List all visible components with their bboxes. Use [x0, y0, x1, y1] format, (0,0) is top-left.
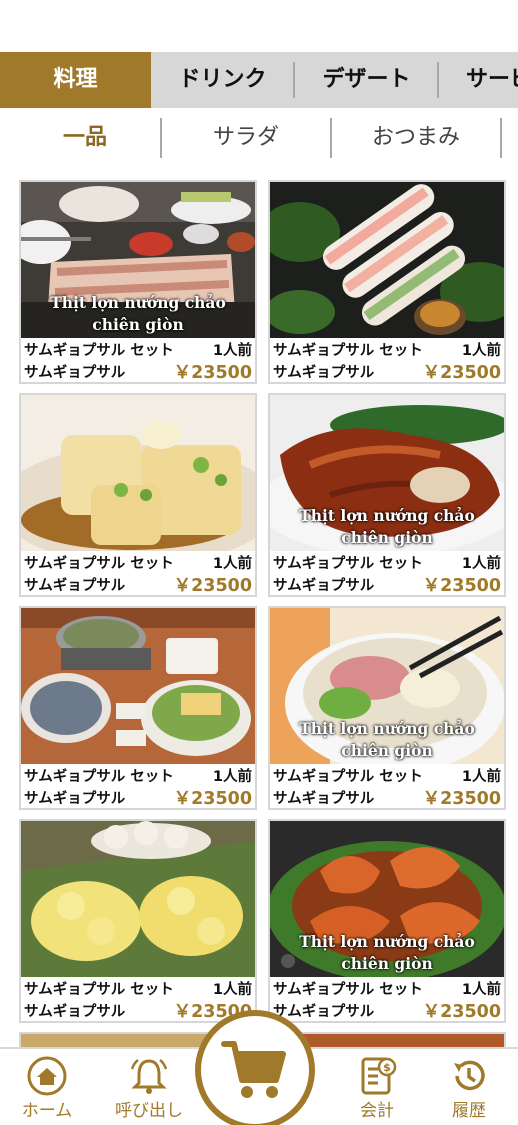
item-info: サムギョプサル セット 1人前 サムギョプサル ￥23500 [273, 766, 501, 809]
item-price: ￥23500 [173, 576, 252, 596]
item-info: サムギョプサル セット 1人前 サムギョプサル ￥23500 [24, 553, 252, 596]
tab-separator [437, 62, 439, 98]
item-info: サムギョプサル セット 1人前 サムギョプサル ￥23500 [24, 979, 252, 1021]
item-overlay-title: Thịt lợn nướng chảo chiên giòn [299, 932, 475, 973]
nav-home[interactable]: ホーム [2, 1055, 92, 1125]
item-portion: 1人前 [461, 556, 501, 572]
item-info: サムギョプサル セット 1人前 サムギョプサル ￥23500 [273, 979, 501, 1022]
item-portion: 1人前 [461, 982, 501, 998]
menu-grid: Thịt lợn nướng chảo chiên giòn サムギョプサル セ… [0, 180, 518, 1050]
item-name: サムギョプサル [24, 791, 126, 807]
item-info: サムギョプサル セット 1人前 サムギョプサル ￥23500 [24, 766, 252, 809]
menu-item-card[interactable]: Thịt lợn nướng chảo chiên giòn サムギョプサル セ… [268, 819, 506, 1023]
food-image-samgyeopsal: Thịt lợn nướng chảo chiên giòn [21, 182, 255, 338]
nav-history[interactable]: 履歴 [424, 1055, 514, 1125]
food-image-pho: Thịt lợn nướng chảo chiên giòn [270, 608, 504, 764]
nav-call-staff[interactable]: 呼び出し [104, 1055, 194, 1125]
food-image-spring-rolls [270, 182, 504, 338]
nav-call-label: 呼び出し [115, 1101, 183, 1121]
item-portion: 1人前 [212, 769, 252, 785]
item-info: サムギョプサル セット 1人前 サムギョプサル ￥23500 [273, 553, 501, 596]
item-price: ￥23500 [422, 576, 501, 596]
nav-checkout-label: 会計 [360, 1101, 394, 1121]
tab-service[interactable]: サービス [466, 52, 518, 108]
menu-item-card[interactable]: Thịt lợn nướng chảo chiên giòn サムギョプサル セ… [268, 393, 506, 597]
menu-item-card[interactable]: Thịt lợn nướng chảo chiên giòn サムギョプサル セ… [268, 606, 506, 810]
bell-icon [130, 1059, 168, 1094]
item-price: ￥23500 [173, 363, 252, 383]
category-tab-bar: 料理 ドリンク デザート サービス [0, 52, 518, 108]
food-image-roast-duck: Thịt lợn nướng chảo chiên giòn [270, 395, 504, 551]
item-set-label: サムギョプサル セット [24, 982, 174, 998]
tab-cuisine[interactable]: 料理 [0, 52, 151, 108]
subtab-salad[interactable]: サラダ [162, 112, 330, 164]
cart-button[interactable] [195, 1010, 315, 1125]
tab-desserts[interactable]: デザート [295, 52, 438, 108]
subtab-snacks[interactable]: おつまみ [332, 112, 500, 164]
food-image-agedashi-tofu [21, 395, 255, 551]
item-name: サムギョプサル [24, 1004, 126, 1020]
menu-item-card[interactable]: サムギョプサル セット 1人前 サムギョプサル ￥23500 [268, 180, 506, 384]
food-image-fried-shirako [21, 821, 255, 977]
item-price: ￥23500 [422, 789, 501, 809]
item-name: サムギョプサル [273, 365, 375, 381]
item-portion: 1人前 [212, 556, 252, 572]
food-image-tamarind-shrimp: Thịt lợn nướng chảo chiên giòn [270, 821, 504, 977]
item-name: サムギョプサル [24, 578, 126, 594]
item-info: サムギョプサル セット 1人前 サムギョプサル ￥23500 [24, 340, 252, 383]
item-overlay-title: Thịt lợn nướng chảo chiên giòn [299, 506, 475, 547]
item-set-label: サムギョプサル セット [24, 556, 174, 572]
item-set-label: サムギョプサル セット [273, 343, 423, 359]
cart-icon [221, 1041, 286, 1098]
subtab-separator [500, 118, 502, 158]
item-set-label: サムギョプサル セット [273, 769, 423, 785]
item-set-label: サムギョプサル セット [24, 769, 174, 785]
item-portion: 1人前 [212, 343, 252, 359]
item-name: サムギョプサル [273, 791, 375, 807]
menu-item-card[interactable]: Thịt lợn nướng chảo chiên giòn サムギョプサル セ… [19, 180, 257, 384]
subtab-single-dish[interactable]: 一品 [10, 112, 160, 164]
item-overlay-title: Thịt lợn nướng chảo chiên giòn [50, 293, 226, 334]
home-icon [27, 1056, 67, 1096]
nav-home-label: ホーム [21, 1101, 73, 1121]
receipt-icon: $ [361, 1057, 397, 1095]
item-set-label: サムギョプサル セット [273, 556, 423, 572]
food-image-hotpot [21, 608, 255, 764]
menu-item-card[interactable]: サムギョプサル セット 1人前 サムギョプサル ￥23500 [19, 393, 257, 597]
nav-checkout[interactable]: $ 会計 [332, 1055, 422, 1125]
nav-history-label: 履歴 [452, 1101, 486, 1121]
history-icon [454, 1060, 485, 1091]
menu-item-card[interactable]: サムギョプサル セット 1人前 サムギョプサル ￥23500 [19, 819, 257, 1023]
item-price: ￥23500 [422, 1002, 501, 1022]
item-set-label: サムギョプサル セット [24, 343, 174, 359]
item-name: サムギョプサル [273, 578, 375, 594]
menu-item-card[interactable]: サムギョプサル セット 1人前 サムギョプサル ￥23500 [19, 606, 257, 810]
item-price: ￥23500 [173, 789, 252, 809]
item-portion: 1人前 [461, 769, 501, 785]
subcategory-tab-bar: 一品 サラダ おつまみ [0, 112, 518, 164]
item-info: サムギョプサル セット 1人前 サムギョプサル ￥23500 [273, 340, 501, 383]
item-price: ￥23500 [422, 363, 501, 383]
item-name: サムギョプサル [24, 365, 126, 381]
item-portion: 1人前 [461, 343, 501, 359]
item-overlay-title: Thịt lợn nướng chảo chiên giòn [299, 719, 475, 760]
svg-text:$: $ [383, 1061, 391, 1074]
tab-drinks[interactable]: ドリンク [151, 52, 294, 108]
item-set-label: サムギョプサル セット [273, 982, 423, 998]
item-portion: 1人前 [212, 982, 252, 998]
